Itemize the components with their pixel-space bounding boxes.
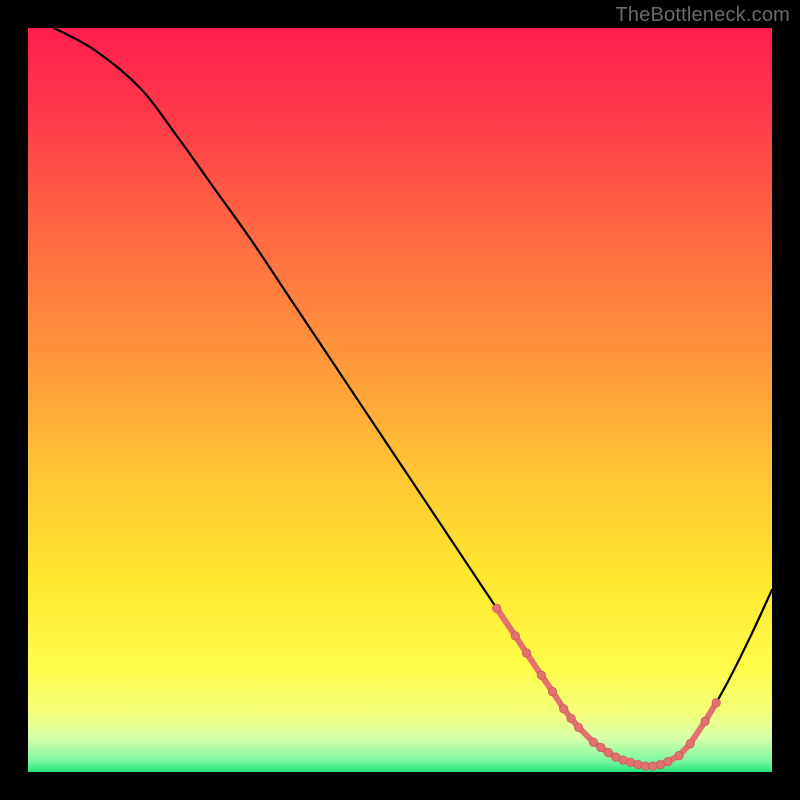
marker-dot xyxy=(597,743,605,751)
plot-area xyxy=(28,28,772,772)
marker-dot xyxy=(522,649,530,657)
marker-dot xyxy=(664,757,672,765)
chart-svg xyxy=(28,28,772,772)
marker-dot xyxy=(493,604,501,612)
marker-dot xyxy=(634,760,642,768)
marker-dot xyxy=(511,632,519,640)
marker-dot xyxy=(548,687,556,695)
credit-text: TheBottleneck.com xyxy=(615,4,790,27)
gradient-background xyxy=(28,28,772,772)
marker-dot xyxy=(712,699,720,707)
marker-dot xyxy=(537,671,545,679)
marker-dot xyxy=(589,738,597,746)
marker-dot xyxy=(675,751,683,759)
marker-dot xyxy=(574,723,582,731)
marker-dot xyxy=(559,705,567,713)
marker-dot xyxy=(604,748,612,756)
chart-frame: TheBottleneck.com xyxy=(0,0,800,800)
marker-dot xyxy=(686,740,694,748)
marker-dot xyxy=(649,762,657,770)
marker-dot xyxy=(701,717,709,725)
marker-dot xyxy=(567,714,575,722)
